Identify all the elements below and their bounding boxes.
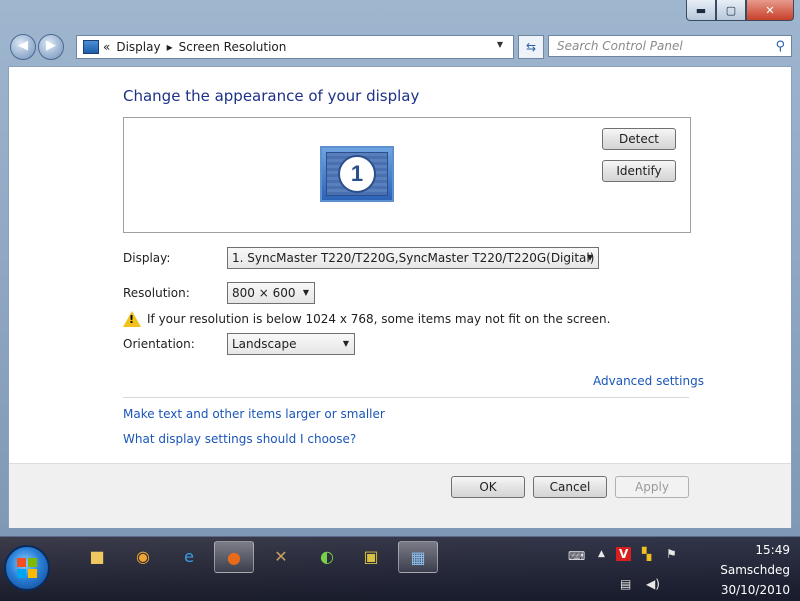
orientation-label: Orientation: (123, 337, 195, 351)
chevron-down-icon: ▼ (302, 288, 309, 297)
control-panel-icon (83, 40, 99, 54)
breadcrumb-display[interactable]: Display (116, 40, 160, 54)
dialog-button-bar: OK Cancel Apply (9, 463, 791, 528)
clock-time[interactable]: 15:49 (755, 543, 790, 557)
breadcrumb-separator-icon[interactable]: ▸ (167, 40, 173, 54)
volume-icon[interactable]: ◀) (646, 577, 660, 591)
keyboard-icon[interactable]: ⌨ (568, 549, 585, 563)
breadcrumb-overflow[interactable]: « (103, 40, 110, 54)
search-placeholder: Search Control Panel (557, 39, 683, 53)
internet-explorer-taskbar-icon[interactable]: e (170, 541, 208, 571)
display-label: Display: (123, 251, 171, 265)
display-select-value: 1. SyncMaster T220/T220G,SyncMaster T220… (232, 251, 595, 265)
page-title: Change the appearance of your display (123, 87, 420, 105)
breadcrumb-screen-resolution[interactable]: Screen Resolution (179, 40, 287, 54)
content-pane: Change the appearance of your display 1 … (8, 66, 792, 528)
resolution-select[interactable]: 800 × 600 ▼ (227, 282, 315, 304)
monitor-1-thumbnail[interactable]: 1 (320, 146, 394, 202)
windows-update-tray-icon[interactable]: ▚ (642, 547, 651, 561)
resolution-warning: ! If your resolution is below 1024 x 768… (123, 311, 610, 327)
warning-text: If your resolution is below 1024 x 768, … (147, 312, 611, 326)
show-hidden-icons-button[interactable]: ▲ (598, 549, 605, 559)
detect-button[interactable]: Detect (602, 128, 676, 150)
messenger-taskbar-icon[interactable]: ◉ (124, 541, 162, 571)
clock-day[interactable]: Samschdeg (720, 563, 790, 577)
forward-button[interactable]: ▶ (38, 34, 64, 60)
network-icon[interactable]: ▤ (620, 577, 631, 591)
address-bar: ◀ ▶ « Display ▸ Screen Resolution ▼ ⇆ Se… (8, 32, 792, 60)
breadcrumb[interactable]: « Display ▸ Screen Resolution ▼ (76, 35, 514, 59)
cancel-button[interactable]: Cancel (533, 476, 607, 498)
back-button[interactable]: ◀ (10, 34, 36, 60)
divider (123, 397, 689, 398)
maximize-button[interactable]: ▢ (716, 0, 746, 21)
resolution-label: Resolution: (123, 286, 190, 300)
text-size-link[interactable]: Make text and other items larger or smal… (123, 407, 385, 421)
monitor-preview: 1 Detect Identify (123, 117, 691, 233)
control-panel-taskbar-icon[interactable]: ▦ (398, 541, 438, 573)
advanced-settings-link[interactable]: Advanced settings (593, 374, 704, 388)
search-input[interactable]: Search Control Panel ⚲ (548, 35, 792, 57)
search-icon[interactable]: ⚲ (775, 39, 785, 54)
monitor-screen: 1 (326, 152, 388, 196)
clock-date[interactable]: 30/10/2010 (721, 583, 790, 597)
warning-icon: ! (123, 311, 141, 327)
action-center-flag-icon[interactable]: ⚑ (666, 547, 677, 561)
taskbar: ■ ◉ e ● ✕ ◐ ▣ ▦ ⌨ ▲ V ▚ ⚑ ▤ ◀) 15:49 Sam… (0, 536, 800, 601)
orientation-select[interactable]: Landscape ▼ (227, 333, 355, 355)
apply-button[interactable]: Apply (615, 476, 689, 498)
antivirus-tray-icon[interactable]: V (616, 547, 632, 561)
explorer-taskbar-icon[interactable]: ■ (78, 541, 116, 571)
start-button[interactable] (4, 545, 50, 591)
display-select[interactable]: 1. SyncMaster T220/T220G,SyncMaster T220… (227, 247, 599, 269)
address-dropdown-icon[interactable]: ▼ (497, 40, 503, 49)
dreamweaver-taskbar-icon[interactable]: ◐ (308, 541, 346, 571)
installer-taskbar-icon[interactable]: ▣ (352, 541, 390, 571)
windows-logo-icon (17, 558, 37, 578)
close-button[interactable]: ✕ (746, 0, 794, 21)
chevron-down-icon: ▼ (342, 339, 349, 348)
orientation-select-value: Landscape (232, 337, 297, 351)
refresh-button[interactable]: ⇆ (518, 35, 544, 59)
resolution-select-value: 800 × 600 (232, 286, 296, 300)
tools-taskbar-icon[interactable]: ✕ (262, 541, 300, 571)
caption-buttons: ▬ ▢ ✕ (686, 0, 794, 21)
firefox-taskbar-icon[interactable]: ● (214, 541, 254, 573)
chevron-down-icon: ▼ (586, 253, 593, 262)
minimize-button[interactable]: ▬ (686, 0, 716, 21)
ok-button[interactable]: OK (451, 476, 525, 498)
monitor-number-badge: 1 (338, 155, 376, 193)
control-panel-window: ▬ ▢ ✕ ◀ ▶ « Display ▸ Screen Resolution … (0, 0, 800, 536)
display-settings-help-link[interactable]: What display settings should I choose? (123, 432, 356, 446)
identify-button[interactable]: Identify (602, 160, 676, 182)
